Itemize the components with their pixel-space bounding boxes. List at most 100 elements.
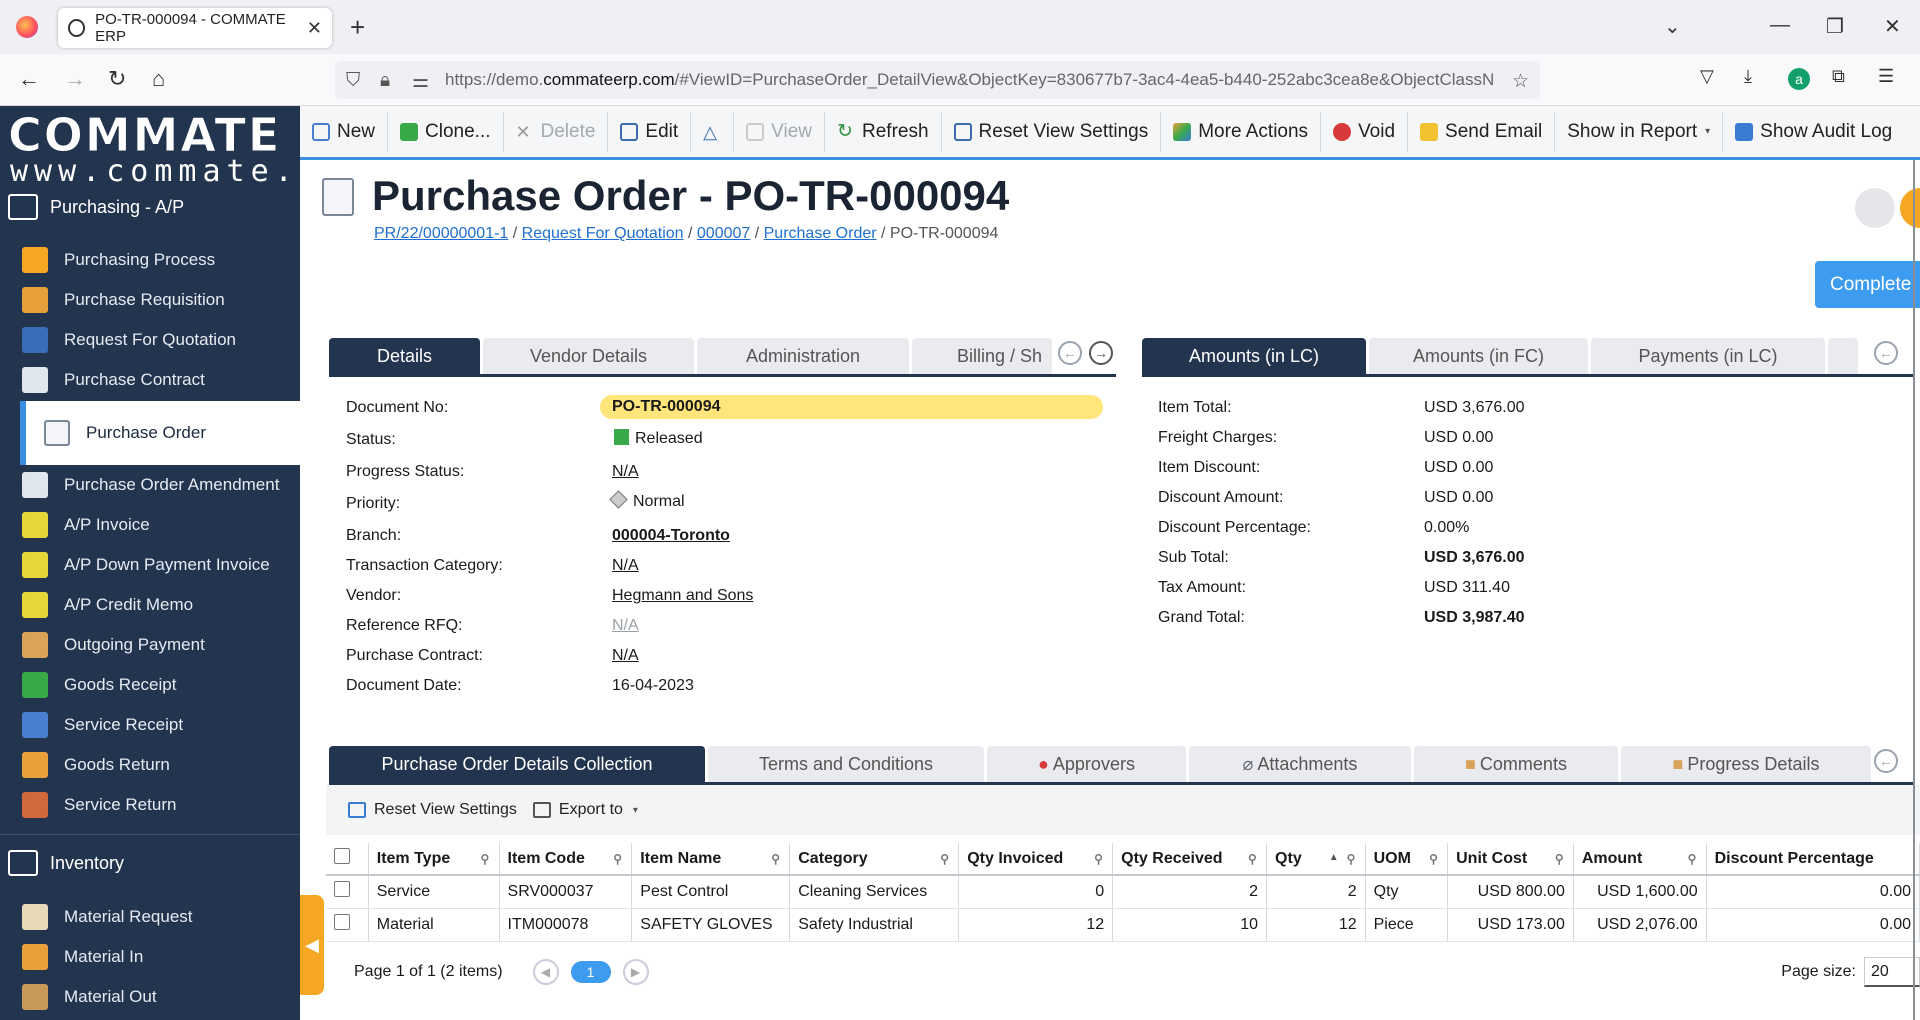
table-row[interactable]: Material ITM000078 SAFETY GLOVES Safety … xyxy=(326,908,1920,942)
firefox-icon[interactable] xyxy=(16,16,38,38)
tab-comments[interactable]: ■ Comments xyxy=(1414,746,1618,782)
col-item-code[interactable]: Item Code ⚲ xyxy=(499,843,633,876)
tab-administration[interactable]: Administration xyxy=(697,338,909,374)
sidebar-item-outgoing-payment[interactable]: Outgoing Payment xyxy=(22,625,300,665)
collection-tabs-scroll-left-icon[interactable]: ← xyxy=(1874,749,1898,773)
back-icon[interactable]: ← xyxy=(18,66,40,92)
complete-button[interactable]: Complete xyxy=(1815,261,1920,308)
section-purchasing[interactable]: Purchasing - A/P xyxy=(8,194,184,220)
filter-icon[interactable]: ⚲ xyxy=(481,852,491,866)
tab-po-details-collection[interactable]: Purchase Order Details Collection xyxy=(329,746,705,782)
sidebar-collapse-handle[interactable]: ◀ xyxy=(300,895,324,995)
col-qty-invoiced[interactable]: Qty Invoiced ⚲ xyxy=(958,843,1114,876)
new-tab-icon[interactable]: + xyxy=(350,12,365,43)
col-unit-cost[interactable]: Unit Cost ⚲ xyxy=(1447,843,1574,876)
minimize-icon[interactable]: — xyxy=(1770,14,1790,37)
sidebar-item-service-receipt[interactable]: Service Receipt xyxy=(22,705,300,745)
sidebar-item-service-return[interactable]: Service Return xyxy=(22,785,300,825)
sidebar-item-ap-invoice[interactable]: A/P Invoice xyxy=(22,505,300,545)
tabs-scroll-left-icon[interactable]: ← xyxy=(1058,341,1082,365)
bookmark-star-icon[interactable]: ☆ xyxy=(1512,70,1529,93)
sidebar-item-rfq[interactable]: Request For Quotation xyxy=(22,320,300,360)
crumb-pr[interactable]: PR/22/00000001-1 xyxy=(374,225,508,242)
purchase-contract-value[interactable]: N/A xyxy=(612,647,639,665)
sidebar-item-goods-return[interactable]: Goods Return xyxy=(22,745,300,785)
close-tab-icon[interactable]: ✕ xyxy=(307,18,322,39)
col-item-type[interactable]: Item Type ⚲ xyxy=(368,843,500,876)
crumb-000007[interactable]: 000007 xyxy=(697,225,750,242)
col-amount[interactable]: Amount ⚲ xyxy=(1573,843,1707,876)
col-category[interactable]: Category ⚲ xyxy=(789,843,960,876)
tab-amounts-fc[interactable]: Amounts (in FC) xyxy=(1369,338,1588,374)
select-all-checkbox[interactable] xyxy=(326,843,369,876)
reload-icon[interactable]: ↻ xyxy=(108,66,126,92)
menu-icon[interactable]: ☰ xyxy=(1878,66,1894,87)
col-qty-received[interactable]: Qty Received ⚲ xyxy=(1112,843,1268,876)
void-button[interactable]: Void xyxy=(1321,111,1409,152)
filter-icon[interactable]: ⚲ xyxy=(613,852,623,866)
current-page-button[interactable]: 1 xyxy=(570,961,611,983)
lock-icon[interactable]: 🔒︎ xyxy=(380,70,390,92)
next-page-icon[interactable]: ▶ xyxy=(622,959,649,985)
view-button[interactable]: View xyxy=(734,111,826,152)
permissions-icon[interactable]: ⚌ xyxy=(412,70,429,93)
tab-vendor-details[interactable]: Vendor Details xyxy=(483,338,694,374)
col-uom[interactable]: UOM ⚲ xyxy=(1365,843,1449,876)
sidebar-item-purchase-requisition[interactable]: Purchase Requisition xyxy=(22,280,300,320)
col-qty[interactable]: Qty ▲ ⚲ xyxy=(1266,843,1366,876)
tab-terms-conditions[interactable]: Terms and Conditions xyxy=(708,746,984,782)
tabs-scroll-right-icon[interactable]: → xyxy=(1089,341,1113,365)
crumb-rfq[interactable]: Request For Quotation xyxy=(522,225,684,242)
filter-icon[interactable]: ⚲ xyxy=(1555,852,1565,866)
transaction-category-value[interactable]: N/A xyxy=(612,557,639,575)
shield-icon[interactable]: ⛉ xyxy=(346,70,360,92)
previous-record-icon[interactable] xyxy=(1855,188,1895,228)
scrollbar[interactable] xyxy=(1913,160,1915,1020)
more-actions-button[interactable]: More Actions xyxy=(1161,111,1322,152)
send-email-button[interactable]: Send Email xyxy=(1408,111,1556,152)
forward-icon[interactable]: → xyxy=(64,66,86,92)
sidebar-item-purchase-order[interactable]: Purchase Order xyxy=(20,401,300,465)
checkbox[interactable] xyxy=(334,881,350,898)
sidebar-item-goods-receipt[interactable]: Goods Receipt xyxy=(22,665,300,705)
tab-details[interactable]: Details xyxy=(329,338,480,374)
tab-list-icon[interactable]: ⌄ xyxy=(1664,14,1681,39)
reset-view-button[interactable]: Reset View Settings xyxy=(942,111,1162,152)
crumb-purchase-order[interactable]: Purchase Order xyxy=(764,225,877,242)
refresh-button[interactable]: ↻ Refresh xyxy=(825,111,942,152)
sidebar-item-ap-down-payment[interactable]: A/P Down Payment Invoice xyxy=(22,545,300,585)
tab-attachments[interactable]: ⌀ Attachments xyxy=(1189,746,1411,782)
new-button[interactable]: New xyxy=(300,111,389,152)
tab-more[interactable] xyxy=(1828,338,1858,374)
row-checkbox[interactable] xyxy=(326,875,369,909)
home-icon[interactable]: ⌂ xyxy=(152,66,165,92)
show-audit-log-button[interactable]: Show Audit Log xyxy=(1723,112,1904,152)
progress-value[interactable]: N/A xyxy=(612,463,639,481)
grid-reset-view-button[interactable]: Reset View Settings xyxy=(348,801,517,819)
url-bar[interactable]: https://demo. commateerp.com/#ViewID=Purc… xyxy=(335,61,1540,99)
filter-icon[interactable]: ⚲ xyxy=(1094,852,1104,866)
prev-page-icon[interactable]: ◀ xyxy=(532,959,559,985)
export-to-button[interactable]: Export to ▾ xyxy=(532,801,638,819)
filter-icon[interactable]: ⚲ xyxy=(1347,852,1357,866)
next-record-icon[interactable] xyxy=(1900,188,1920,228)
delete-button[interactable]: ✕ Delete xyxy=(504,111,609,152)
branch-value[interactable]: 000004-Toronto xyxy=(612,527,730,545)
tab-payments-lc[interactable]: Payments (in LC) xyxy=(1591,338,1825,374)
checkbox[interactable] xyxy=(334,914,350,930)
pocket-icon[interactable]: ▽ xyxy=(1700,66,1714,87)
show-in-report-button[interactable]: Show in Report ▾ xyxy=(1555,111,1724,152)
amount-tabs-scroll-left-icon[interactable]: ← xyxy=(1874,341,1898,365)
page-size-select[interactable]: 20 xyxy=(1864,957,1920,987)
col-discount-percentage[interactable]: Discount Percentage xyxy=(1706,843,1920,876)
tab-approvers[interactable]: ● Approvers xyxy=(987,746,1186,782)
extensions-icon[interactable]: ⧉ xyxy=(1832,66,1845,87)
checkbox[interactable] xyxy=(334,848,350,864)
sidebar-item-po-amendment[interactable]: Purchase Order Amendment xyxy=(22,465,300,505)
sidebar-item-material-out[interactable]: Material Out xyxy=(22,977,300,1017)
sidebar-item-purchasing-process[interactable]: Purchasing Process xyxy=(22,240,300,280)
vendor-value[interactable]: Hegmann and Sons xyxy=(612,587,753,605)
extension-a-icon[interactable]: a xyxy=(1788,68,1810,90)
browser-tab[interactable]: PO-TR-000094 - COMMATE ERP ✕ xyxy=(58,8,332,48)
sidebar-item-material-in[interactable]: Material In xyxy=(22,937,300,977)
